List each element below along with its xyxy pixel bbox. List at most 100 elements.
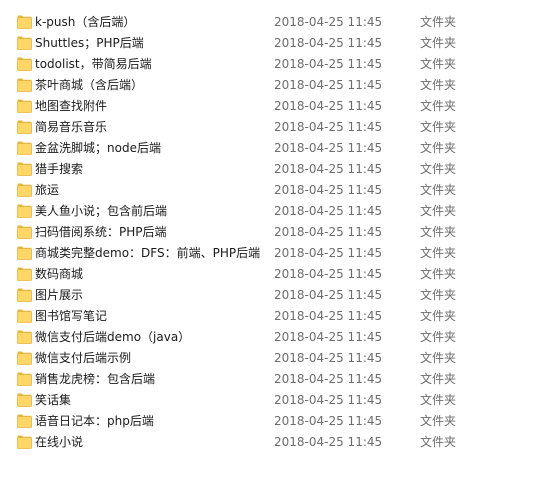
file-type: 文件夹 [420,99,457,113]
file-date: 2018-04-25 11:45 [274,225,383,239]
file-row[interactable]: 旅运 2018-04-25 11:45 文件夹 [0,180,537,201]
file-type: 文件夹 [420,162,457,176]
folder-icon [17,435,32,449]
file-name: 微信支付后端示例 [35,351,132,365]
file-date: 2018-04-25 11:45 [274,36,383,50]
file-type: 文件夹 [420,78,457,92]
file-row[interactable]: 销售龙虎榜：包含后端 2018-04-25 11:45 文件夹 [0,369,537,390]
folder-icon [17,99,32,113]
folder-icon [17,330,32,344]
folder-icon [17,183,32,197]
file-type: 文件夹 [420,372,457,386]
file-name: 金盆洗脚城；node后端 [35,141,161,155]
file-name: 销售龙虎榜：包含后端 [35,372,156,386]
file-name: 图片展示 [35,288,84,302]
file-date: 2018-04-25 11:45 [274,288,383,302]
file-date: 2018-04-25 11:45 [274,351,383,365]
file-date: 2018-04-25 11:45 [274,15,383,29]
file-type: 文件夹 [420,36,457,50]
file-row[interactable]: 茶叶商城（含后端） 2018-04-25 11:45 文件夹 [0,75,537,96]
file-name: 在线小说 [35,435,84,449]
file-row[interactable]: 图片展示 2018-04-25 11:45 文件夹 [0,285,537,306]
file-date: 2018-04-25 11:45 [274,183,383,197]
file-name: todolist，带简易后端 [35,57,152,71]
file-date: 2018-04-25 11:45 [274,141,383,155]
file-type: 文件夹 [420,288,457,302]
file-name: 简易音乐音乐 [35,120,108,134]
file-type: 文件夹 [420,309,457,323]
file-row[interactable]: 地图查找附件 2018-04-25 11:45 文件夹 [0,96,537,117]
file-date: 2018-04-25 11:45 [274,246,383,260]
file-name: 语音日记本：php后端 [35,414,154,428]
file-row[interactable]: 商城类完整demo：DFS：前端、PHP后端 2018-04-25 11:45 文件… [0,243,537,264]
file-name: 笑话集 [35,393,72,407]
folder-icon [17,120,32,134]
file-row[interactable]: todolist，带简易后端 2018-04-25 11:45 文件夹 [0,54,537,75]
file-name: 图书馆写笔记 [35,309,108,323]
file-date: 2018-04-25 11:45 [274,120,383,134]
file-row[interactable]: 微信支付后端示例 2018-04-25 11:45 文件夹 [0,348,537,369]
file-type: 文件夹 [420,183,457,197]
file-name: 茶叶商城（含后端） [35,78,144,92]
folder-icon [17,162,32,176]
file-date: 2018-04-25 11:45 [274,204,383,218]
file-date: 2018-04-25 11:45 [274,57,383,71]
file-date: 2018-04-25 11:45 [274,162,383,176]
file-date: 2018-04-25 11:45 [274,99,383,113]
file-row[interactable]: 简易音乐音乐 2018-04-25 11:45 文件夹 [0,117,537,138]
file-date: 2018-04-25 11:45 [274,435,383,449]
file-date: 2018-04-25 11:45 [274,267,383,281]
folder-icon [17,351,32,365]
file-type: 文件夹 [420,57,457,71]
file-row[interactable]: 猎手搜索 2018-04-25 11:45 文件夹 [0,159,537,180]
file-type: 文件夹 [420,330,457,344]
file-row[interactable]: 在线小说 2018-04-25 11:45 文件夹 [0,432,537,453]
folder-icon [17,15,32,29]
file-name: 数码商城 [35,267,84,281]
file-name: 地图查找附件 [35,99,108,113]
folder-icon [17,309,32,323]
file-name: 猎手搜索 [35,162,84,176]
file-row[interactable]: 笑话集 2018-04-25 11:45 文件夹 [0,390,537,411]
folder-icon [17,57,32,71]
file-row[interactable]: 金盆洗脚城；node后端 2018-04-25 11:45 文件夹 [0,138,537,159]
file-type: 文件夹 [420,414,457,428]
file-type: 文件夹 [420,351,457,365]
file-date: 2018-04-25 11:45 [274,309,383,323]
folder-icon [17,414,32,428]
folder-icon [17,393,32,407]
file-row[interactable]: 图书馆写笔记 2018-04-25 11:45 文件夹 [0,306,537,327]
file-list: k-push（含后端） 2018-04-25 11:45 文件夹 Shuttles；… [0,12,537,453]
folder-icon [17,78,32,92]
folder-icon [17,372,32,386]
file-row[interactable]: 语音日记本：php后端 2018-04-25 11:45 文件夹 [0,411,537,432]
file-date: 2018-04-25 11:45 [274,372,383,386]
file-row[interactable]: Shuttles；PHP后端 2018-04-25 11:45 文件夹 [0,33,537,54]
file-row[interactable]: 微信支付后端demo（java） 2018-04-25 11:45 文件夹 [0,327,537,348]
file-date: 2018-04-25 11:45 [274,78,383,92]
file-type: 文件夹 [420,141,457,155]
file-name: k-push（含后端） [35,15,136,29]
file-name: 商城类完整demo：DFS：前端、PHP后端 [35,246,261,260]
file-name: 微信支付后端demo（java） [35,330,191,344]
file-type: 文件夹 [420,267,457,281]
file-name: Shuttles；PHP后端 [35,36,144,50]
folder-icon [17,246,32,260]
file-row[interactable]: k-push（含后端） 2018-04-25 11:45 文件夹 [0,12,537,33]
file-date: 2018-04-25 11:45 [274,414,383,428]
file-type: 文件夹 [420,225,457,239]
folder-icon [17,267,32,281]
folder-icon [17,36,32,50]
file-type: 文件夹 [420,15,457,29]
file-type: 文件夹 [420,246,457,260]
file-type: 文件夹 [420,393,457,407]
file-date: 2018-04-25 11:45 [274,330,383,344]
file-name: 旅运 [35,183,60,197]
file-row[interactable]: 数码商城 2018-04-25 11:45 文件夹 [0,264,537,285]
file-row[interactable]: 美人鱼小说；包含前后端 2018-04-25 11:45 文件夹 [0,201,537,222]
file-type: 文件夹 [420,435,457,449]
folder-icon [17,225,32,239]
file-row[interactable]: 扫码借阅系统：PHP后端 2018-04-25 11:45 文件夹 [0,222,537,243]
file-name: 美人鱼小说；包含前后端 [35,204,168,218]
file-type: 文件夹 [420,120,457,134]
